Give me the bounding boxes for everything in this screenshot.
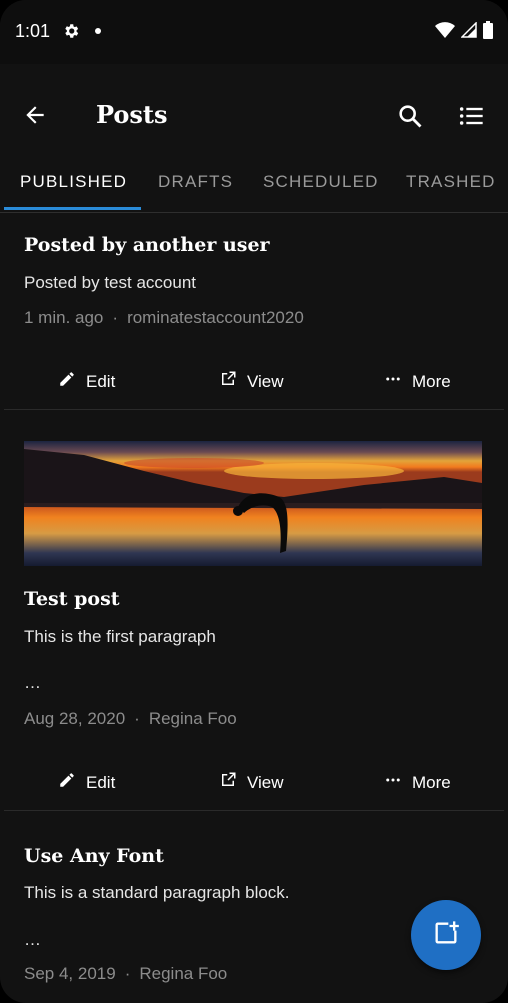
- wifi-icon: [435, 22, 455, 43]
- post-ellipsis: …: [24, 673, 41, 692]
- more-label: More: [412, 371, 451, 391]
- view-label: View: [247, 772, 284, 792]
- meta-separator: ·: [112, 308, 119, 327]
- add-post-icon: [432, 919, 460, 952]
- tab-drafts[interactable]: DRAFTS: [158, 172, 233, 192]
- view-button[interactable]: View: [219, 370, 284, 393]
- external-link-icon: [219, 771, 237, 794]
- more-label: More: [412, 772, 451, 792]
- post-excerpt: This is a standard paragraph block.: [24, 883, 290, 902]
- post-tabs: PUBLISHED DRAFTS SCHEDULED TRASHED: [0, 164, 508, 213]
- post-excerpt: Posted by test account: [24, 273, 196, 292]
- gear-icon: [62, 22, 80, 45]
- app-bar: Posts: [0, 64, 508, 164]
- pencil-icon: [58, 370, 76, 393]
- status-bar: 1:01: [0, 0, 508, 64]
- pencil-icon: [58, 771, 76, 794]
- post-meta: Sep 4, 2019 · Regina Foo: [24, 964, 227, 984]
- post-meta: Aug 28, 2020 · Regina Foo: [24, 709, 237, 729]
- view-button[interactable]: View: [219, 771, 284, 794]
- post-divider: [4, 409, 504, 410]
- more-dots-icon: [384, 771, 402, 794]
- status-time: 1:01: [15, 21, 51, 41]
- meta-separator: ·: [134, 709, 140, 728]
- more-button[interactable]: More: [384, 771, 451, 794]
- filter-list-icon[interactable]: [457, 102, 487, 132]
- tab-indicator: [4, 207, 141, 210]
- edit-button[interactable]: Edit: [58, 370, 115, 393]
- post-author: rominatestaccount2020: [127, 308, 304, 327]
- post-title[interactable]: Posted by another user: [24, 234, 270, 256]
- more-button[interactable]: More: [384, 370, 451, 393]
- post-ellipsis: …: [24, 930, 41, 949]
- post-excerpt: This is the first paragraph: [24, 627, 216, 646]
- post-actions: Edit View More: [0, 362, 508, 402]
- post-title[interactable]: Test post: [24, 588, 120, 610]
- post-featured-image: [24, 441, 482, 566]
- post-author: Regina Foo: [148, 709, 237, 728]
- notification-dot-icon: [95, 28, 101, 34]
- page-title: Posts: [96, 100, 168, 129]
- post-divider: [4, 810, 504, 811]
- signal-icon: [460, 21, 477, 43]
- tab-trashed[interactable]: TRASHED: [406, 172, 496, 192]
- external-link-icon: [219, 370, 237, 393]
- app-screen: 1:01 Posts PUBLISHED DRAFTS SCHEDULED TR…: [0, 0, 508, 1003]
- meta-separator: ·: [124, 964, 131, 983]
- status-icons: [435, 21, 493, 44]
- edit-label: Edit: [86, 371, 116, 391]
- view-label: View: [247, 371, 284, 391]
- tab-published[interactable]: PUBLISHED: [20, 172, 127, 192]
- post-meta: 1 min. ago · rominatestaccount2020: [24, 308, 304, 328]
- back-arrow-icon[interactable]: [22, 102, 58, 132]
- post-author: Regina Foo: [139, 964, 228, 983]
- post-date: 1 min. ago: [24, 308, 104, 327]
- create-post-button[interactable]: [411, 900, 481, 970]
- post-date: Aug 28, 2020: [24, 709, 126, 728]
- tab-scheduled[interactable]: SCHEDULED: [263, 172, 379, 192]
- post-date: Sep 4, 2019: [24, 964, 116, 983]
- post-actions: Edit View More: [0, 763, 508, 803]
- more-dots-icon: [384, 370, 402, 393]
- post-title[interactable]: Use Any Font: [24, 845, 164, 867]
- edit-label: Edit: [86, 772, 116, 792]
- battery-icon: [483, 21, 493, 44]
- search-icon[interactable]: [396, 102, 426, 132]
- edit-button[interactable]: Edit: [58, 771, 115, 794]
